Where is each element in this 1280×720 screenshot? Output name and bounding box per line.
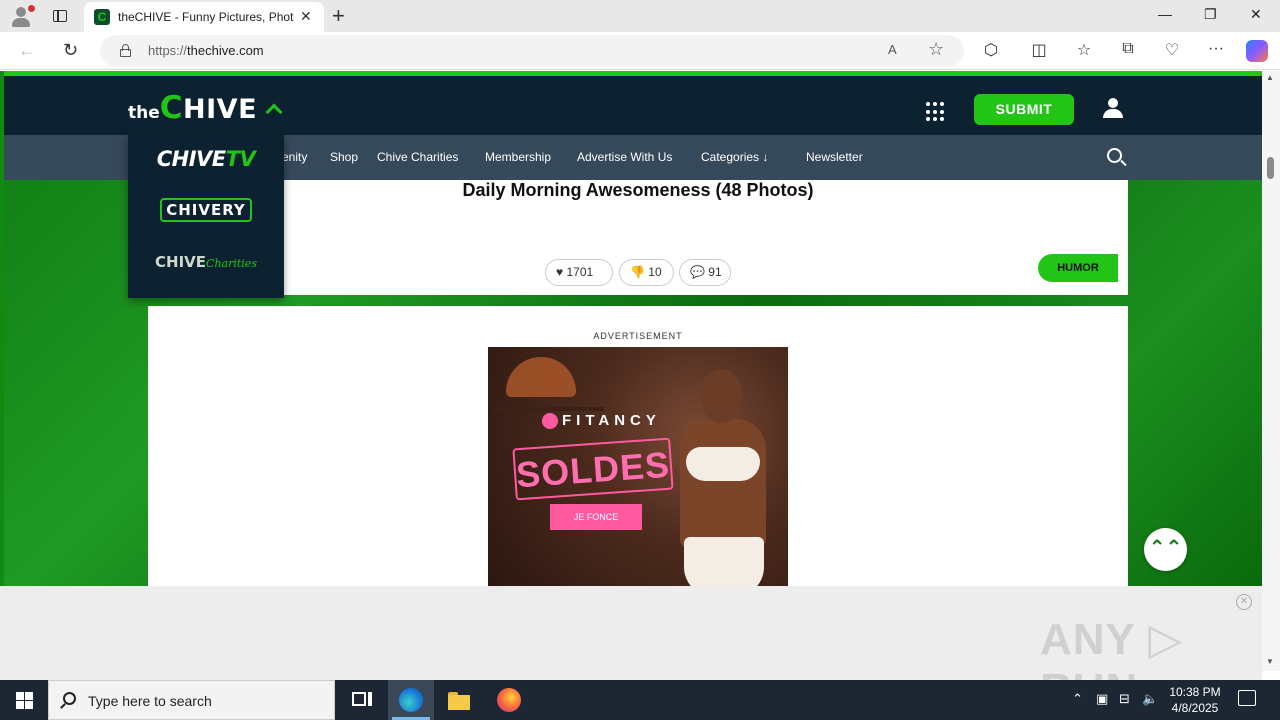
ad-shelf-shape bbox=[494, 407, 604, 411]
nav-item-newsletter[interactable]: Newsletter bbox=[806, 150, 863, 164]
tab-title: theCHIVE - Funny Pictures, Photos bbox=[118, 10, 294, 24]
ad-banner-image[interactable]: FITANCY SOLDES JE FONCE bbox=[488, 347, 788, 586]
category-tag-humor[interactable]: HUMOR bbox=[1038, 254, 1118, 282]
url-text[interactable]: https://thechive.com bbox=[148, 43, 264, 58]
clock-date: 4/8/2025 bbox=[1171, 701, 1219, 715]
lock-icon[interactable] bbox=[120, 44, 131, 57]
collections-icon[interactable]: ⧉ bbox=[1116, 40, 1140, 58]
taskbar-search-box[interactable]: Type here to search bbox=[48, 680, 335, 720]
advertisement-label: ADVERTISEMENT bbox=[593, 331, 683, 341]
dropdown-item-chivery[interactable]: CHIVERY bbox=[128, 198, 284, 222]
nav-item-amenity[interactable]: enity bbox=[282, 150, 307, 164]
overlay-close-icon[interactable]: ✕ bbox=[1236, 594, 1252, 610]
search-icon[interactable] bbox=[1107, 148, 1127, 168]
refresh-button[interactable]: ↻ bbox=[63, 40, 78, 61]
site-header: theCHIVE SUBMIT bbox=[4, 76, 1262, 135]
back-button[interactable]: ← bbox=[18, 40, 36, 61]
scroll-to-top-button[interactable]: ⌃⌃ bbox=[1144, 528, 1187, 571]
thumbs-down-icon: 👎 bbox=[630, 265, 645, 279]
heart-icon: ♥ bbox=[556, 265, 564, 279]
volume-icon[interactable]: 🔈 bbox=[1142, 691, 1158, 707]
site-favicon-icon: C bbox=[94, 9, 110, 25]
advertisement-card: ADVERTISEMENT FITANCY SOLDES JE FONCE bbox=[148, 306, 1128, 586]
clock-time: 10:38 PM bbox=[1169, 685, 1221, 699]
extensions-icon[interactable]: ⬡ bbox=[979, 40, 1003, 60]
network-icon[interactable]: ⊟ bbox=[1119, 691, 1130, 707]
tab-actions-icon[interactable] bbox=[50, 6, 70, 26]
favorites-icon[interactable]: ☆ bbox=[1072, 40, 1096, 60]
ad-cta-button[interactable]: JE FONCE bbox=[550, 504, 642, 530]
minimize-button[interactable]: — bbox=[1158, 6, 1172, 22]
scroll-up-arrow-icon[interactable]: ▲ bbox=[1266, 73, 1274, 82]
dislike-button[interactable]: 👎 10 bbox=[619, 259, 674, 286]
task-view-icon[interactable] bbox=[350, 688, 374, 712]
browser-tab-strip: C theCHIVE - Funny Pictures, Photos ✕ + … bbox=[0, 0, 1280, 32]
windows-taskbar: Type here to search ⌃ ▣ ⊟ 🔈 10:38 PM 4/8… bbox=[0, 680, 1280, 720]
ad-headline: SOLDES bbox=[512, 437, 674, 501]
user-account-icon[interactable] bbox=[1102, 98, 1124, 120]
nav-item-membership[interactable]: Membership bbox=[485, 150, 551, 164]
firefox-icon[interactable] bbox=[497, 688, 521, 712]
arrow-down-icon: ↓ bbox=[762, 150, 769, 164]
split-screen-icon[interactable]: ◫ bbox=[1027, 40, 1051, 60]
dropdown-item-chivetv[interactable]: CHIVETV bbox=[128, 147, 284, 171]
browser-tab[interactable]: C theCHIVE - Funny Pictures, Photos ✕ bbox=[84, 2, 324, 32]
bottom-overlay-bar: ✕ ANY ▷ RUN bbox=[0, 586, 1262, 714]
file-explorer-icon[interactable] bbox=[448, 688, 472, 712]
submit-button[interactable]: SUBMIT bbox=[974, 94, 1074, 125]
ad-model-figure bbox=[668, 357, 778, 586]
browser-essentials-icon[interactable]: ♡ bbox=[1160, 40, 1184, 60]
like-count: 1701 bbox=[566, 265, 594, 279]
network-dropdown-menu: CHIVETV CHIVERY CHIVECharities bbox=[128, 135, 284, 298]
ad-brand-name: FITANCY bbox=[562, 412, 661, 429]
more-icon[interactable]: ··· bbox=[1204, 40, 1228, 58]
tray-device-icon[interactable]: ▣ bbox=[1096, 691, 1108, 707]
fitancy-logo-icon bbox=[542, 413, 558, 429]
copilot-icon[interactable] bbox=[1246, 40, 1268, 62]
like-button[interactable]: ♥ 1701 bbox=[545, 259, 613, 286]
ad-lamp-shape bbox=[506, 357, 576, 397]
tab-close-button[interactable]: ✕ bbox=[300, 8, 312, 25]
thechive-logo[interactable]: theCHIVE bbox=[128, 90, 257, 126]
dislike-count: 10 bbox=[648, 265, 662, 279]
read-aloud-icon[interactable]: A bbox=[888, 42, 897, 57]
chevron-up-icon[interactable] bbox=[265, 103, 283, 121]
nav-item-shop[interactable]: Shop bbox=[330, 150, 358, 164]
scroll-down-arrow-icon[interactable]: ▼ bbox=[1266, 657, 1274, 666]
comment-count: 91 bbox=[708, 265, 722, 279]
comment-icon: 💬 bbox=[690, 265, 705, 279]
add-favorite-icon[interactable]: ☆ bbox=[928, 39, 944, 60]
dropdown-item-chive-charities[interactable]: CHIVECharities bbox=[128, 253, 284, 271]
apps-grid-icon[interactable] bbox=[926, 102, 946, 122]
nav-item-advertise[interactable]: Advertise With Us bbox=[577, 150, 672, 164]
web-page: theCHIVE SUBMIT enity Shop Chive Chariti… bbox=[0, 71, 1262, 586]
restore-button[interactable]: ❐ bbox=[1204, 6, 1217, 23]
new-tab-button[interactable]: + bbox=[332, 3, 345, 29]
edge-browser-icon[interactable] bbox=[399, 688, 423, 712]
url-bar[interactable]: https://thechive.com A ☆ bbox=[100, 35, 964, 67]
nav-item-categories[interactable]: Categories ↓ bbox=[701, 150, 768, 164]
nav-item-chive-charities[interactable]: Chive Charities bbox=[377, 150, 458, 164]
profile-icon[interactable] bbox=[10, 5, 35, 27]
window-close-button[interactable]: ✕ bbox=[1250, 6, 1262, 23]
notifications-icon[interactable] bbox=[1238, 690, 1256, 706]
tray-chevron-icon[interactable]: ⌃ bbox=[1072, 691, 1083, 707]
comments-button[interactable]: 💬 91 bbox=[679, 259, 731, 286]
windows-start-icon[interactable] bbox=[16, 692, 33, 709]
vertical-scrollbar[interactable]: ▲ ▼ bbox=[1262, 71, 1280, 671]
taskbar-search-placeholder: Type here to search bbox=[88, 693, 212, 709]
scrollbar-thumb[interactable] bbox=[1267, 157, 1274, 179]
system-clock[interactable]: 10:38 PM 4/8/2025 bbox=[1166, 684, 1224, 716]
